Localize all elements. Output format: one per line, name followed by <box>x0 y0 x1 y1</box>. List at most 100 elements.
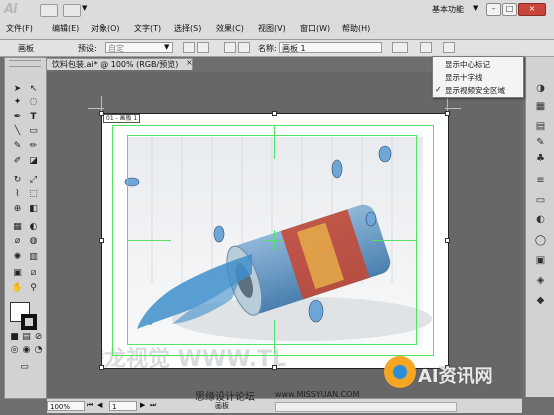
mesh-tool-icon[interactable]: ▦ <box>11 222 24 233</box>
brushes-panel-icon[interactable]: ✎ <box>534 137 547 148</box>
show-center-mark-icon[interactable] <box>420 42 432 53</box>
stroke-swatch[interactable] <box>21 314 37 330</box>
lasso-tool-icon[interactable]: ◌ <box>27 97 40 108</box>
app-logo: Ai <box>4 2 18 17</box>
prev-page-icon[interactable]: ◀ <box>97 401 102 409</box>
site-watermark: www.MISSYUAN.COM <box>275 390 360 399</box>
arrange-documents-button[interactable] <box>63 4 81 17</box>
panel-grip[interactable] <box>9 60 41 67</box>
menu-help[interactable]: 帮助(H) <box>342 22 370 36</box>
artboard-name-input[interactable]: 画板 1 <box>279 42 382 53</box>
eyedropper-tool-icon[interactable]: ⌀ <box>11 236 24 247</box>
rectangle-tool-icon[interactable]: ▭ <box>27 126 40 137</box>
delete-artboard-icon[interactable] <box>238 42 250 53</box>
artboard-name-tag[interactable]: 01 - 画板 1 <box>103 114 141 123</box>
draw-inside-icon[interactable]: ◔ <box>32 345 45 356</box>
appearance-panel-icon[interactable]: ◯ <box>534 235 547 246</box>
gradient-panel-icon[interactable]: ▭ <box>534 195 547 206</box>
ruler-mark <box>445 108 461 109</box>
live-paint-tool-icon[interactable]: ◧ <box>27 204 40 215</box>
workspace-switcher[interactable]: 基本功能 <box>432 4 464 15</box>
tools-panel: ➤ ↖ ✦ ◌ ✒ T ╲ ▭ ✎ ✏ ✐ ◪ ↻ ⤢ ⌇ ⬚ ⊕ ◧ ▦ ◐ … <box>4 57 47 399</box>
resize-handle[interactable] <box>445 111 450 116</box>
resize-handle[interactable] <box>272 111 277 116</box>
menu-window[interactable]: 窗口(W) <box>300 22 330 36</box>
line-tool-icon[interactable]: ╲ <box>11 126 24 137</box>
portrait-icon[interactable] <box>183 42 195 53</box>
paintbrush-tool-icon[interactable]: ✎ <box>11 141 24 152</box>
crosshair-top <box>274 125 275 159</box>
zoom-select[interactable]: 100% <box>47 401 85 411</box>
next-page-icon[interactable]: ▶ <box>140 401 145 409</box>
maximize-button[interactable]: □ <box>502 3 517 16</box>
resize-handle[interactable] <box>99 238 104 243</box>
scale-tool-icon[interactable]: ⤢ <box>27 175 40 186</box>
menu-item-show-crosshairs[interactable]: 显示十字线 <box>445 72 483 83</box>
layers-panel-icon[interactable]: ◈ <box>534 275 547 286</box>
close-tab-icon[interactable]: × <box>186 58 193 67</box>
check-icon: ✓ <box>435 85 442 94</box>
hand-tool-icon[interactable]: ✋ <box>11 283 24 294</box>
close-button[interactable]: × <box>518 3 546 16</box>
color-panel-icon[interactable]: ◑ <box>534 83 547 94</box>
none-mode-icon[interactable]: ⊘ <box>32 332 45 343</box>
free-transform-tool-icon[interactable]: ⬚ <box>27 189 40 200</box>
last-page-icon[interactable]: ⏭ <box>150 401 156 410</box>
eraser-tool-icon[interactable]: ◪ <box>27 156 40 167</box>
selection-tool-icon[interactable]: ➤ <box>11 84 24 95</box>
artboard-options-icon[interactable] <box>443 42 455 53</box>
artboard-tool-icon[interactable]: ▣ <box>11 268 24 279</box>
menu-item-show-center-mark[interactable]: 显示中心标记 <box>445 59 490 70</box>
transparency-panel-icon[interactable]: ◐ <box>534 214 547 225</box>
first-page-icon[interactable]: ⏮ <box>87 401 93 410</box>
graphic-styles-panel-icon[interactable]: ▣ <box>534 255 547 266</box>
menu-effect[interactable]: 效果(C) <box>216 22 244 36</box>
swatches-panel-icon[interactable]: ▤ <box>534 121 547 132</box>
pencil-tool-icon[interactable]: ✏ <box>27 141 40 152</box>
move-with-artboard-icon[interactable] <box>392 42 408 53</box>
document-tab[interactable]: 饮料包装.ai* @ 100% (RGB/预览) <box>45 58 193 70</box>
menu-object[interactable]: 对象(O) <box>91 22 120 36</box>
gradient-tool-icon[interactable]: ◐ <box>27 222 40 233</box>
bridge-button[interactable] <box>40 4 58 17</box>
resize-handle[interactable] <box>445 238 450 243</box>
ai-news-watermark: AI资讯网 <box>418 366 493 387</box>
warp-tool-icon[interactable]: ⌇ <box>11 189 24 200</box>
blob-brush-tool-icon[interactable]: ✐ <box>11 156 24 167</box>
menu-type[interactable]: 文字(T) <box>134 22 161 36</box>
landscape-icon[interactable] <box>197 42 209 53</box>
arrange-caret-icon[interactable]: ▼ <box>82 4 87 12</box>
column-graph-tool-icon[interactable]: ▥ <box>27 252 40 263</box>
minimize-button[interactable]: – <box>486 3 501 16</box>
preset-select[interactable]: 自定 <box>105 42 173 53</box>
artboards-panel-icon[interactable]: ◆ <box>534 295 547 306</box>
page-select[interactable]: 1 <box>109 401 137 411</box>
pen-tool-icon[interactable]: ✒ <box>11 112 24 123</box>
stroke-panel-icon[interactable]: ≡ <box>534 175 547 186</box>
shape-builder-tool-icon[interactable]: ⊕ <box>11 204 24 215</box>
screen-mode-icon[interactable]: ▭ <box>18 362 31 373</box>
blend-tool-icon[interactable]: ◍ <box>27 236 40 247</box>
chevron-down-icon[interactable]: ▼ <box>473 4 478 12</box>
chevron-down-icon[interactable]: ▼ <box>164 43 169 51</box>
new-artboard-icon[interactable] <box>224 42 236 53</box>
slice-tool-icon[interactable]: ⧄ <box>27 268 40 279</box>
resize-handle[interactable] <box>272 365 277 370</box>
horizontal-scrollbar[interactable] <box>275 402 457 412</box>
direct-selection-tool-icon[interactable]: ↖ <box>27 84 40 95</box>
symbols-panel-icon[interactable]: ♣ <box>534 153 547 164</box>
menu-select[interactable]: 选择(S) <box>174 22 201 36</box>
crosshair-left <box>127 240 171 241</box>
rotate-tool-icon[interactable]: ↻ <box>11 175 24 186</box>
resize-handle[interactable] <box>99 365 104 370</box>
menu-view[interactable]: 视图(V) <box>258 22 286 36</box>
resize-handle[interactable] <box>99 111 104 116</box>
menu-file[interactable]: 文件(F) <box>6 22 33 36</box>
magic-wand-tool-icon[interactable]: ✦ <box>11 97 24 108</box>
color-guide-icon[interactable]: ▦ <box>534 101 547 112</box>
menu-edit[interactable]: 编辑(E) <box>52 22 79 36</box>
zoom-tool-icon[interactable]: ⚲ <box>27 283 40 294</box>
menu-item-show-video-safe-areas[interactable]: 显示视频安全区域 <box>445 85 505 96</box>
symbol-sprayer-tool-icon[interactable]: ✺ <box>11 252 24 263</box>
type-tool-icon[interactable]: T <box>27 112 40 123</box>
